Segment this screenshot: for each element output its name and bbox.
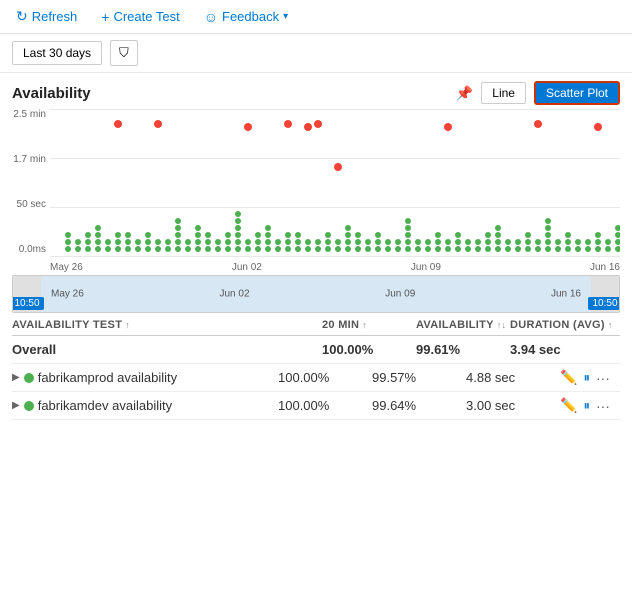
overall-row: Overall 100.00% 99.61% 3.94 sec xyxy=(12,336,620,364)
row2-name: ▶ fabrikamdev availability xyxy=(12,398,274,413)
feedback-button[interactable]: ☺ Feedback ▾ xyxy=(200,7,292,27)
timeline-right-label: 10:50 xyxy=(588,297,620,310)
tl-label-2: Jun 02 xyxy=(220,289,250,300)
x-label-2: Jun 02 xyxy=(232,262,262,273)
th-20min: 20 MIN ↑ xyxy=(322,319,412,331)
toolbar: ↻ Refresh + Create Test ☺ Feedback ▾ xyxy=(0,0,632,34)
th-availability: AVAILABILITY ↑↓ xyxy=(416,319,506,331)
feedback-label: Feedback xyxy=(222,9,279,24)
status-dot-2 xyxy=(24,401,34,411)
expand-icon-2[interactable]: ▶ xyxy=(12,400,20,411)
refresh-icon: ↻ xyxy=(16,8,28,25)
scatter-svg xyxy=(50,109,620,257)
y-label-2: 1.7 min xyxy=(12,154,50,165)
date-range-button[interactable]: Last 30 days xyxy=(12,41,102,65)
chart-controls: 📌 Line Scatter Plot xyxy=(456,81,620,105)
overall-name: Overall xyxy=(12,342,318,357)
pause-icon-2[interactable]: ⏸ xyxy=(583,398,590,414)
table-header: AVAILABILITY TEST ↑ 20 MIN ↑ AVAILABILIT… xyxy=(12,315,620,336)
more-icon-2[interactable]: ··· xyxy=(596,398,610,414)
y-label-bottom: 0.0ms xyxy=(12,244,50,255)
row1-min20: 100.00% xyxy=(278,370,368,385)
chart-title: Availability xyxy=(12,85,91,102)
edit-icon-1[interactable]: ✏️ xyxy=(560,369,577,386)
row1-duration: 4.88 sec xyxy=(466,370,556,385)
x-label-3: Jun 09 xyxy=(411,262,441,273)
line-view-button[interactable]: Line xyxy=(481,82,526,104)
plus-icon: + xyxy=(101,9,109,25)
scatter-plot-button[interactable]: Scatter Plot xyxy=(534,81,620,105)
timeline-left-label: 10:50 xyxy=(12,297,44,310)
row1-availability: 99.57% xyxy=(372,370,462,385)
row2-availability: 99.64% xyxy=(372,398,462,413)
availability-table: AVAILABILITY TEST ↑ 20 MIN ↑ AVAILABILIT… xyxy=(12,315,620,420)
edit-icon-2[interactable]: ✏️ xyxy=(560,397,577,414)
chart-section: Availability 📌 Line Scatter Plot 2.5 min… xyxy=(0,73,632,277)
smiley-icon: ☺ xyxy=(204,9,218,25)
filter-button[interactable]: ⛉ xyxy=(110,40,138,66)
filter-row: Last 30 days ⛉ xyxy=(0,34,632,73)
row2-actions: ✏️ ⏸ ··· xyxy=(560,397,620,414)
chart-header: Availability 📌 Line Scatter Plot xyxy=(12,81,620,105)
y-label-3: 50 sec xyxy=(12,199,50,210)
x-labels: May 26 Jun 02 Jun 09 Jun 16 xyxy=(50,262,620,273)
overall-availability: 99.61% xyxy=(416,342,506,357)
sort-icon-dur[interactable]: ↑ xyxy=(608,320,613,330)
table-row: ▶ fabrikamprod availability 100.00% 99.5… xyxy=(12,364,620,392)
tl-label-3: Jun 09 xyxy=(385,289,415,300)
create-test-label: Create Test xyxy=(113,9,179,24)
y-label-top: 2.5 min xyxy=(12,109,50,120)
pin-icon[interactable]: 📌 xyxy=(456,85,473,102)
sort-icon-name[interactable]: ↑ xyxy=(125,320,130,330)
timeline-right-handle[interactable]: 10:50 xyxy=(591,276,619,312)
th-test-name: AVAILABILITY TEST ↑ xyxy=(12,319,318,331)
overall-min20: 100.00% xyxy=(322,342,412,357)
status-dot-1 xyxy=(24,373,34,383)
chart-plot-area xyxy=(50,109,620,257)
tl-label-4: Jun 16 xyxy=(551,289,581,300)
x-label-4: Jun 16 xyxy=(590,262,620,273)
timeline: 10:50 10:50 May 26 Jun 02 Jun 09 Jun 16 xyxy=(12,275,620,313)
filter-icon: ⛉ xyxy=(119,45,129,61)
pause-icon-1[interactable]: ⏸ xyxy=(583,370,590,386)
more-icon-1[interactable]: ··· xyxy=(596,370,610,386)
overall-duration: 3.94 sec xyxy=(510,342,620,357)
x-label-1: May 26 xyxy=(50,262,83,273)
row1-actions: ✏️ ⏸ ··· xyxy=(560,369,620,386)
timeline-left-handle[interactable]: 10:50 xyxy=(13,276,41,312)
chart-container: 2.5 min 1.7 min 50 sec 0.0ms xyxy=(12,109,620,277)
timeline-x-labels: May 26 Jun 02 Jun 09 Jun 16 xyxy=(51,289,581,300)
y-axis: 2.5 min 1.7 min 50 sec 0.0ms xyxy=(12,109,50,257)
create-test-button[interactable]: + Create Test xyxy=(97,7,183,27)
chevron-down-icon: ▾ xyxy=(283,11,288,22)
sort-icon-avail[interactable]: ↑↓ xyxy=(497,320,507,330)
row2-min20: 100.00% xyxy=(278,398,368,413)
expand-icon-1[interactable]: ▶ xyxy=(12,372,20,383)
refresh-button[interactable]: ↻ Refresh xyxy=(12,6,81,27)
row2-duration: 3.00 sec xyxy=(466,398,556,413)
refresh-label: Refresh xyxy=(32,9,78,24)
table-row: ▶ fabrikamdev availability 100.00% 99.64… xyxy=(12,392,620,420)
date-range-label: Last 30 days xyxy=(23,46,91,60)
row1-name: ▶ fabrikamprod availability xyxy=(12,370,274,385)
tl-label-1: May 26 xyxy=(51,289,84,300)
sort-icon-min20[interactable]: ↑ xyxy=(362,320,367,330)
th-duration: DURATION (AVG) ↑ xyxy=(510,319,620,331)
